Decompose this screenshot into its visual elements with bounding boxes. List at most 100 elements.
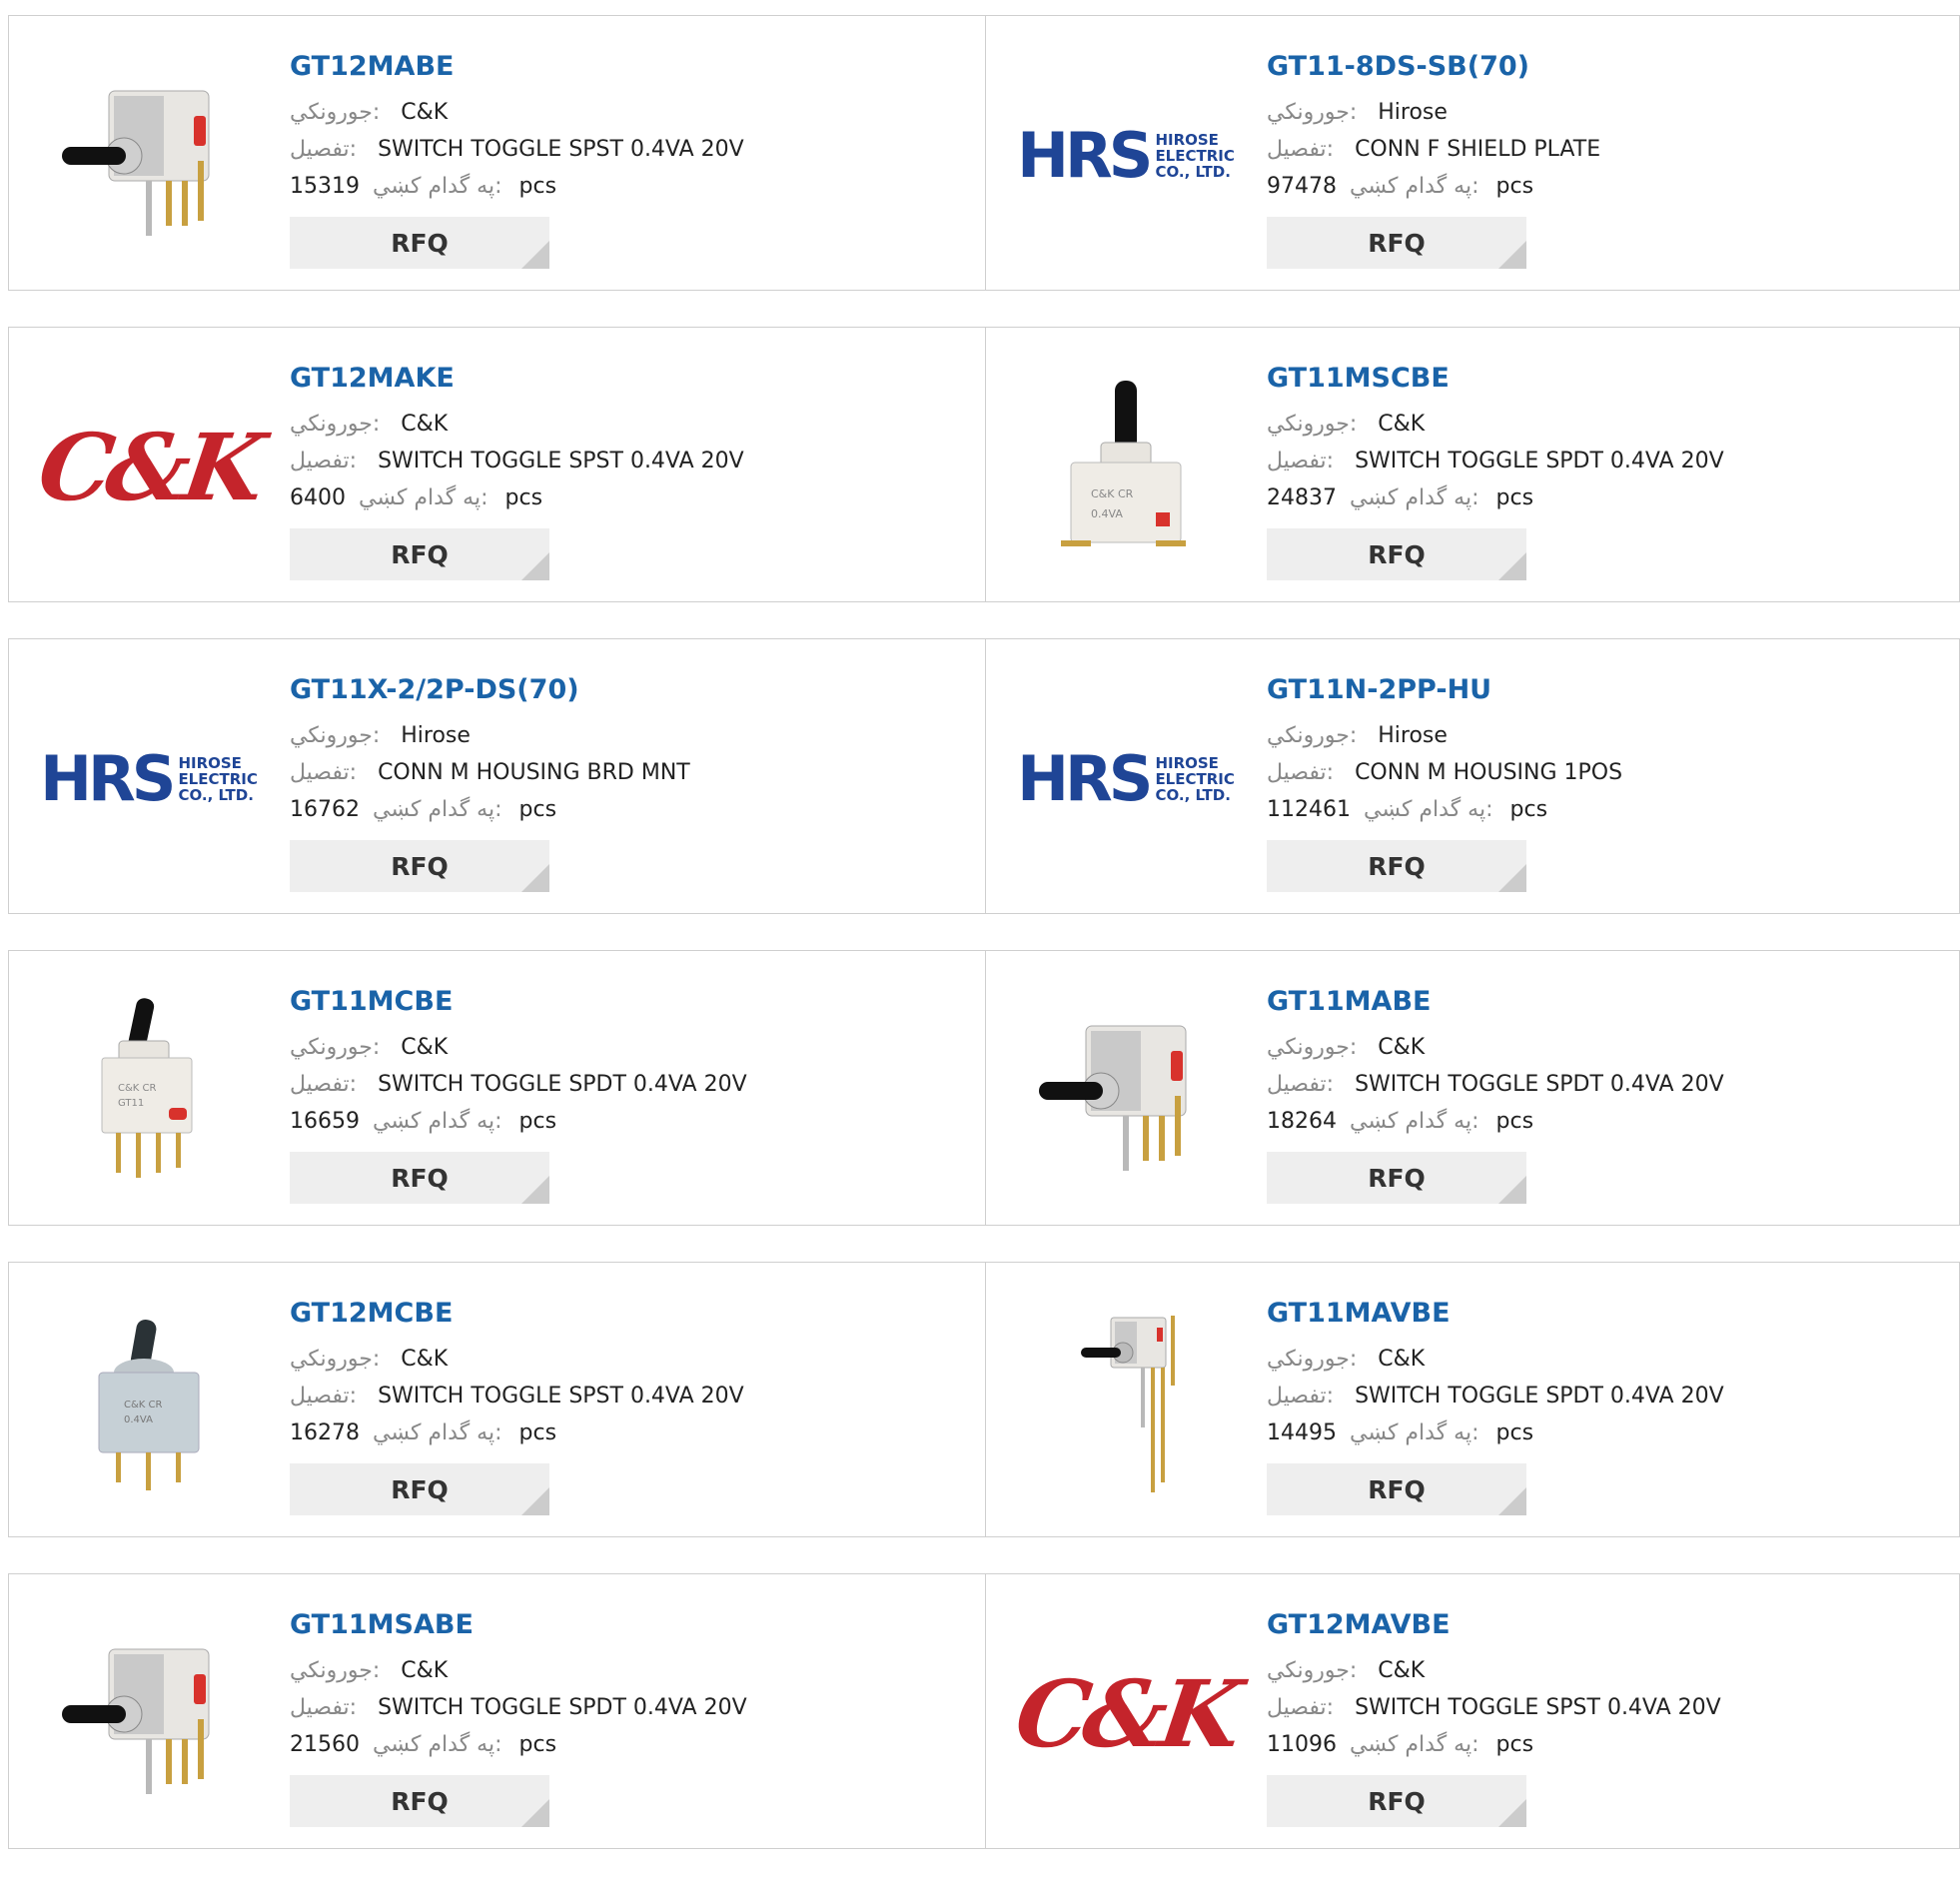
- product-image[interactable]: [1026, 991, 1226, 1191]
- manufacturer-label: جورونکي:: [290, 100, 381, 125]
- product-card: GT12MABE جورونکي: C&K تفصيل: SWITCH TOGG…: [8, 15, 986, 291]
- product-card: C&K CR 0.4VA GT12MCBE جورونکي: C&K تفصيل…: [8, 1262, 986, 1537]
- rfq-button[interactable]: RFQ: [290, 1152, 549, 1204]
- manufacturer-label: جورونکي:: [290, 1658, 381, 1683]
- rfq-button[interactable]: RFQ: [290, 217, 549, 269]
- rfq-button-label: RFQ: [391, 1786, 449, 1816]
- rfq-button[interactable]: RFQ: [1267, 1775, 1526, 1827]
- product-info: GT11N-2PP-HU جورونکي: Hirose تفصيل: CONN…: [1267, 671, 1622, 892]
- manufacturer-line: جورونکي: C&K: [290, 1341, 744, 1378]
- stock-unit: pcs: [518, 1732, 557, 1757]
- product-part-link[interactable]: GT12MABE: [290, 48, 744, 86]
- rfq-button[interactable]: RFQ: [1267, 1463, 1526, 1515]
- rfq-button[interactable]: RFQ: [1267, 1152, 1526, 1204]
- description-value: SWITCH TOGGLE SPST 0.4VA 20V: [378, 137, 744, 162]
- rfq-button[interactable]: RFQ: [290, 1775, 549, 1827]
- product-part-link[interactable]: GT11MAVBE: [1267, 1295, 1724, 1333]
- rfq-button-label: RFQ: [391, 539, 449, 569]
- rfq-button[interactable]: RFQ: [1267, 840, 1526, 892]
- rfq-button[interactable]: RFQ: [1267, 217, 1526, 269]
- corner-decoration: [1498, 1799, 1526, 1827]
- product-info: GT12MAKE جورونکي: C&K تفصيل: SWITCH TOGG…: [290, 360, 744, 580]
- corner-decoration: [1498, 1487, 1526, 1515]
- description-label: تفصيل:: [1267, 1072, 1335, 1097]
- manufacturer-value: C&K: [401, 1035, 449, 1060]
- stock-label: په گدام کښي:: [1350, 174, 1479, 199]
- description-value: SWITCH TOGGLE SPDT 0.4VA 20V: [378, 1695, 747, 1720]
- rfq-button[interactable]: RFQ: [1267, 528, 1526, 580]
- product-card: HRS HIROSE ELECTRIC CO., LTD. GT11N-2PP-HU…: [986, 638, 1960, 914]
- product-image[interactable]: C&K CR 0.4VA: [49, 1303, 249, 1502]
- manufacturer-line: جورونکي: Hirose: [290, 717, 690, 754]
- product-image[interactable]: HRS HIROSE ELECTRIC CO., LTD.: [1017, 56, 1235, 256]
- product-info: GT12MCBE جورونکي: C&K تفصيل: SWITCH TOGG…: [290, 1295, 744, 1515]
- product-info: GT11X-2/2P-DS(70) جورونکي: Hirose تفصيل:…: [290, 671, 690, 892]
- product-part-link[interactable]: GT11MABE: [1267, 983, 1724, 1021]
- manufacturer-label: جورونکي:: [290, 412, 381, 437]
- stock-line: 16278 په گدام کښي: pcs: [290, 1414, 744, 1451]
- product-info: GT11MSABE جورونکي: C&K تفصيل: SWITCH TOG…: [290, 1606, 747, 1827]
- product-part-link[interactable]: GT12MAVBE: [1267, 1606, 1721, 1644]
- rfq-button[interactable]: RFQ: [290, 1463, 549, 1515]
- rfq-button-label: RFQ: [1368, 539, 1426, 569]
- corner-decoration: [521, 1487, 549, 1515]
- svg-text:GT11: GT11: [118, 1098, 144, 1109]
- stock-line: 112461 په گدام کښي: pcs: [1267, 791, 1622, 828]
- description-label: تفصيل:: [1267, 449, 1335, 473]
- stock-line: 15319 په گدام کښي: pcs: [290, 168, 744, 205]
- stock-line: 18264 په گدام کښي: pcs: [1267, 1103, 1724, 1140]
- rfq-button-label: RFQ: [1368, 851, 1426, 881]
- description-line: تفصيل: SWITCH TOGGLE SPST 0.4VA 20V: [290, 131, 744, 168]
- product-part-link[interactable]: GT12MCBE: [290, 1295, 744, 1333]
- description-label: تفصيل:: [1267, 137, 1335, 162]
- product-card: HRS HIROSE ELECTRIC CO., LTD. GT11-8DS-SB(…: [986, 15, 1960, 291]
- stock-line: 6400 په گدام کښي: pcs: [290, 479, 744, 516]
- manufacturer-line: جورونکي: C&K: [290, 94, 744, 131]
- manufacturer-label: جورونکي:: [1267, 1347, 1358, 1372]
- product-part-link[interactable]: GT11N-2PP-HU: [1267, 671, 1622, 709]
- product-part-link[interactable]: GT12MAKE: [290, 360, 744, 398]
- stock-label: په گدام کښي:: [1350, 1109, 1479, 1134]
- svg-text:C&K CR: C&K CR: [124, 1400, 162, 1411]
- description-label: تفصيل:: [1267, 760, 1335, 785]
- product-info: GT11MAVBE جورونکي: C&K تفصيل: SWITCH TOG…: [1267, 1295, 1724, 1515]
- rfq-button[interactable]: RFQ: [290, 840, 549, 892]
- product-image[interactable]: C&K: [32, 368, 265, 567]
- product-part-link[interactable]: GT11MSABE: [290, 1606, 747, 1644]
- product-part-link[interactable]: GT11-8DS-SB(70): [1267, 48, 1600, 86]
- svg-text:0.4VA: 0.4VA: [1091, 507, 1123, 520]
- product-image[interactable]: HRS HIROSE ELECTRIC CO., LTD.: [40, 679, 258, 879]
- manufacturer-value: C&K: [1378, 412, 1426, 437]
- product-image[interactable]: C&K CR 0.4VA: [1026, 368, 1226, 567]
- ck-logo: C&K: [1009, 1660, 1243, 1768]
- stock-label: په گدام کښي:: [359, 485, 489, 510]
- manufacturer-value: C&K: [401, 1347, 449, 1372]
- stock-label: په گدام کښي:: [1350, 1732, 1479, 1757]
- product-row: C&K CR GT11 GT11MCBE جورونکي: C&K تفصيل:…: [8, 950, 1960, 1226]
- stock-value: 16278: [290, 1420, 360, 1445]
- rfq-button[interactable]: RFQ: [290, 528, 549, 580]
- product-part-link[interactable]: GT11X-2/2P-DS(70): [290, 671, 690, 709]
- manufacturer-value: Hirose: [401, 723, 471, 748]
- product-image[interactable]: C&K CR GT11: [49, 991, 249, 1191]
- stock-label: په گدام کښي:: [373, 1420, 502, 1445]
- corner-decoration: [521, 864, 549, 892]
- product-image[interactable]: HRS HIROSE ELECTRIC CO., LTD.: [1017, 679, 1235, 879]
- product-part-link[interactable]: GT11MCBE: [290, 983, 747, 1021]
- stock-line: 97478 په گدام کښي: pcs: [1267, 168, 1600, 205]
- description-line: تفصيل: CONN M HOUSING BRD MNT: [290, 754, 690, 791]
- product-info: GT11MSCBE جورونکي: C&K تفصيل: SWITCH TOG…: [1267, 360, 1724, 580]
- product-image[interactable]: C&K: [1009, 1614, 1242, 1814]
- product-image[interactable]: [49, 1614, 249, 1814]
- product-image[interactable]: [1026, 1303, 1226, 1502]
- description-value: SWITCH TOGGLE SPDT 0.4VA 20V: [378, 1072, 747, 1097]
- stock-line: 16659 په گدام کښي: pcs: [290, 1103, 747, 1140]
- manufacturer-label: جورونکي:: [1267, 1658, 1358, 1683]
- stock-value: 21560: [290, 1732, 360, 1757]
- product-image[interactable]: [49, 56, 249, 256]
- description-label: تفصيل:: [290, 449, 358, 473]
- rfq-button-label: RFQ: [391, 1163, 449, 1193]
- description-value: SWITCH TOGGLE SPST 0.4VA 20V: [1355, 1695, 1721, 1720]
- product-info: GT12MABE جورونکي: C&K تفصيل: SWITCH TOGG…: [290, 48, 744, 269]
- product-part-link[interactable]: GT11MSCBE: [1267, 360, 1724, 398]
